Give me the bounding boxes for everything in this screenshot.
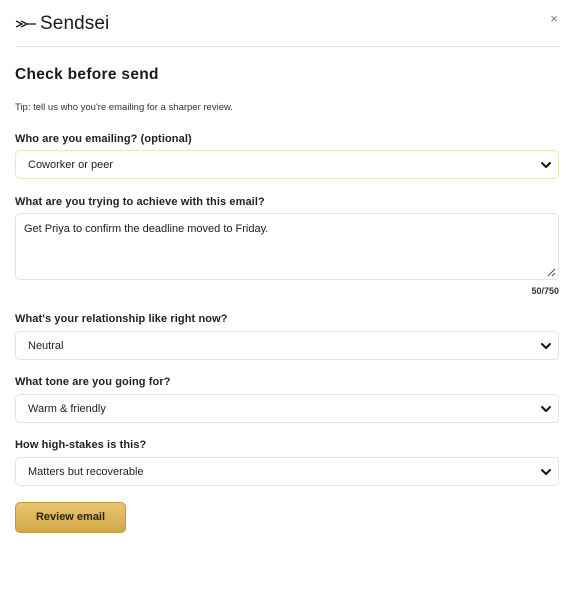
chevron-down-icon xyxy=(541,162,551,168)
tip-text: Tip: tell us who you're emailing for a s… xyxy=(15,102,233,113)
character-counter: 50/750 xyxy=(531,286,559,296)
close-icon: × xyxy=(550,11,558,26)
scissors-logo-icon xyxy=(15,20,36,28)
stakes-select[interactable]: Matters but recoverable xyxy=(15,457,559,486)
goal-textarea[interactable]: Get Priya to confirm the deadline moved … xyxy=(15,213,559,280)
tone-label: What tone are you going for? xyxy=(15,376,171,388)
relationship-select[interactable]: Neutral xyxy=(15,331,559,360)
chevron-down-icon xyxy=(541,343,551,349)
brand-logo: Sendsei xyxy=(15,13,109,35)
chevron-down-icon xyxy=(541,469,551,475)
stakes-label: How high-stakes is this? xyxy=(15,439,147,451)
close-button[interactable]: × xyxy=(548,11,560,26)
goal-textarea-value: Get Priya to confirm the deadline moved … xyxy=(24,223,269,235)
resize-grip-icon[interactable] xyxy=(546,267,556,277)
recipient-label: Who are you emailing? (optional) xyxy=(15,133,192,145)
recipient-select[interactable]: Coworker or peer xyxy=(15,150,559,179)
header: Sendsei × xyxy=(15,11,560,47)
stakes-select-value: Matters but recoverable xyxy=(28,466,144,478)
tone-select[interactable]: Warm & friendly xyxy=(15,394,559,423)
relationship-select-value: Neutral xyxy=(28,340,64,352)
recipient-select-value: Coworker or peer xyxy=(28,159,113,171)
relationship-label: What's your relationship like right now? xyxy=(15,313,228,325)
brand-name: Sendsei xyxy=(40,13,110,34)
tone-select-value: Warm & friendly xyxy=(28,403,106,415)
page-title: Check before send xyxy=(15,66,159,83)
review-email-button[interactable]: Review email xyxy=(15,502,126,533)
goal-label: What are you trying to achieve with this… xyxy=(15,196,265,208)
chevron-down-icon xyxy=(541,406,551,412)
